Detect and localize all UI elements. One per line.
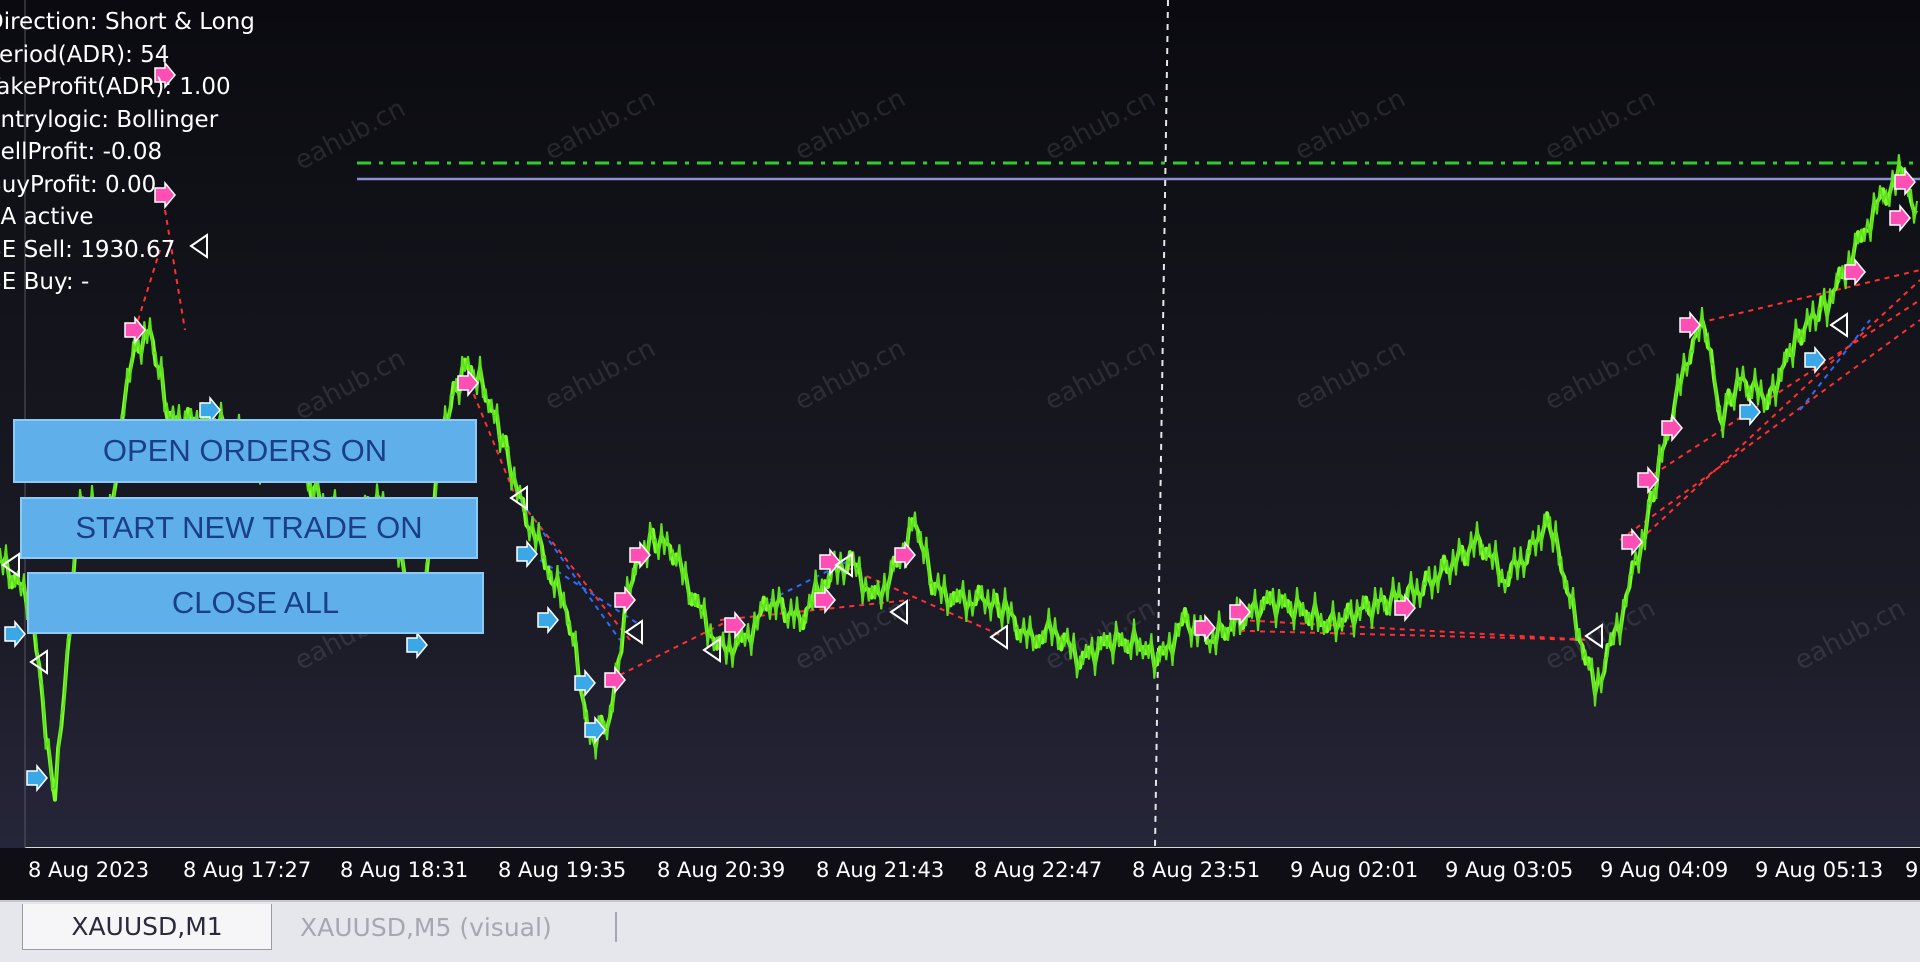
time-axis-label: 8 Aug 17:27 (183, 858, 312, 882)
ea-info-panel: Direction: Short & Long Period(ADR): 54 … (0, 6, 255, 299)
close-all-button[interactable]: CLOSE ALL (27, 572, 484, 634)
direction-text: Direction: Short & Long (0, 9, 255, 35)
time-axis-label: 8 Aug 22:47 (974, 858, 1103, 882)
close-position-arrow-icon (1829, 312, 1848, 338)
time-axis-label: 8 Aug 19:35 (498, 858, 627, 882)
ea-status-text: EA active (0, 204, 94, 230)
sell-entry-arrow-icon (1804, 345, 1826, 375)
be-buy-text: BE Buy: - (0, 269, 90, 295)
sell-entry-arrow-icon (4, 619, 26, 649)
buy-profit-text: BuyProfit: 0.00 (0, 171, 157, 198)
crosshair-vertical-line (1154, 0, 1169, 848)
time-axis-label: 8 Aug 18:31 (340, 858, 469, 882)
time-axis-label: 8 Aug 23:51 (1132, 858, 1261, 882)
be-sell-text: BE Sell: 1930.67 (0, 236, 176, 263)
time-axis-label: 8 Aug 21:43 (816, 858, 945, 882)
buy-entry-arrow-icon (614, 585, 636, 615)
close-position-arrow-icon (989, 624, 1008, 650)
tab-xauusd-m1[interactable]: XAUUSD,M1 (22, 904, 272, 950)
entry-logic-text: Entrylogic: Bollinger (0, 106, 219, 133)
time-axis: 8 Aug 2023 8 Aug 17:27 8 Aug 18:31 8 Aug… (0, 848, 1920, 900)
chart-tab-bar: XAUUSD,M1 XAUUSD,M5 (visual) (0, 900, 1920, 962)
trade-connection-line (1209, 629, 1591, 641)
trade-connection-line (1689, 269, 1920, 326)
sell-entry-arrow-icon (26, 763, 48, 793)
close-position-arrow-icon (624, 619, 643, 645)
period-adr-text: Period(ADR): 54 (0, 41, 170, 68)
tab-xauusd-m5-visual[interactable]: XAUUSD,M5 (visual) (300, 904, 620, 950)
tab-separator (615, 912, 617, 942)
time-axis-label: 9 Aug 05:13 (1755, 858, 1884, 882)
take-profit-adr-text: TakeProfit(ADR): 1.00 (0, 74, 231, 100)
time-axis-label: 9 Aug 03:05 (1445, 858, 1574, 882)
time-axis-label: 9 Aug 02:01 (1290, 858, 1419, 882)
price-series-line (0, 164, 1918, 802)
buy-entry-arrow-icon (1889, 203, 1911, 233)
chart-area[interactable]: eahub.cn eahub.cn eahub.cn eahub.cn eahu… (0, 0, 1920, 848)
sell-profit-text: SellProfit: -0.08 (0, 139, 163, 165)
time-axis-label: 8 Aug 20:39 (657, 858, 786, 882)
time-axis-label: 8 Aug 2023 (28, 858, 150, 882)
time-axis-label: 9 (1905, 858, 1919, 882)
sell-entry-arrow-icon (406, 630, 428, 660)
start-new-trade-button[interactable]: START NEW TRADE ON (20, 497, 478, 559)
buy-entry-arrow-icon (604, 665, 626, 695)
time-axis-label: 9 Aug 04:09 (1600, 858, 1729, 882)
open-orders-button[interactable]: OPEN ORDERS ON (13, 419, 477, 483)
sell-entry-arrow-icon (537, 605, 559, 635)
